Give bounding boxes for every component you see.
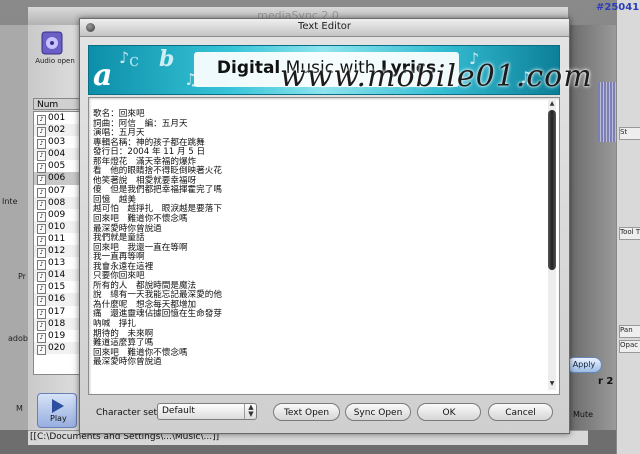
character-set-label: Character set xyxy=(96,408,158,418)
track-list-item[interactable]: ♪ 001 xyxy=(34,112,82,125)
dialog-title-bar[interactable]: Text Editor xyxy=(80,19,569,37)
text-open-button[interactable]: Text Open xyxy=(273,403,340,421)
track-number: 016 xyxy=(48,294,66,305)
lyrics-text-area[interactable]: 歌名：回來吧 詞曲：阿信 編：五月天 演唱：五月天 專輯名稱：神的孩子都在跳舞 發行日：… xyxy=(88,97,560,395)
track-list-item[interactable]: ♪ 003 xyxy=(34,136,82,150)
music-file-icon: ♪ xyxy=(37,296,46,307)
corner-tag: #25041 xyxy=(596,2,640,13)
track-list-item[interactable]: ♪ 017 xyxy=(34,306,82,319)
lyrics-line: 最深愛時你曾說過 xyxy=(93,223,162,234)
right-panel-button-pan[interactable]: Pan xyxy=(619,325,640,338)
lyrics-text[interactable]: 歌名：回來吧 詞曲：阿信 編：五月天 演唱：五月天 專輯名稱：神的孩子都在跳舞 發行日：… xyxy=(93,109,543,368)
track-number: 006 xyxy=(48,173,66,184)
right-panel-button-tool[interactable]: Tool T xyxy=(619,227,640,240)
audio-open-icon xyxy=(41,31,63,55)
track-list-item[interactable]: ♪ 015 xyxy=(34,281,82,295)
track-list-item[interactable]: ♪ 005 xyxy=(34,160,82,174)
left-label-3: adob xyxy=(8,334,28,343)
left-label-4: M xyxy=(16,404,23,413)
banner-title-digital: Digital xyxy=(216,58,281,78)
music-file-icon: ♪ xyxy=(37,175,46,186)
track-number-column-header[interactable]: Num xyxy=(33,98,81,110)
watermark: www.mobile01.com xyxy=(280,59,593,94)
track-list-item[interactable]: ♪ 008 xyxy=(34,196,82,210)
track-number: 014 xyxy=(48,270,66,281)
right-panel-button-st[interactable]: St xyxy=(619,127,640,140)
track-number: 005 xyxy=(48,161,66,172)
lyrics-line: 吶喊 掙扎 xyxy=(93,319,136,330)
audio-open-label: Audio open xyxy=(35,57,75,65)
track-number: 003 xyxy=(48,137,66,148)
track-number: 004 xyxy=(48,149,66,160)
track-number: 001 xyxy=(48,113,66,123)
lyrics-line: 痛 還進靈魂佔據回憶在生命發芽 xyxy=(93,309,222,320)
banner-letter-c: c xyxy=(129,50,140,71)
banner-letter-a: a xyxy=(93,58,113,93)
cancel-button[interactable]: Cancel xyxy=(488,403,553,421)
apply-button[interactable]: Apply xyxy=(566,357,602,373)
scroll-down-icon[interactable]: ▼ xyxy=(548,380,556,388)
left-label-2: Pr xyxy=(18,272,26,281)
track-number: 013 xyxy=(48,258,66,269)
track-number: 017 xyxy=(48,306,66,317)
lyrics-line: 回來吧 我還一直在等啊 xyxy=(93,242,188,253)
track-number: 008 xyxy=(48,197,66,208)
chevron-updown-icon: ▲ ▼ xyxy=(244,404,257,419)
music-note-icon: ♪ xyxy=(119,48,130,67)
lyrics-line: 期待的 未來啊 xyxy=(93,328,154,339)
scrollbar-thumb[interactable] xyxy=(548,110,556,270)
sync-open-button[interactable]: Sync Open xyxy=(345,403,411,421)
play-icon xyxy=(52,399,64,413)
track-list-item[interactable]: ♪ 004 xyxy=(34,148,82,162)
track-list-item[interactable]: ♪ 012 xyxy=(34,245,82,259)
text-editor-dialog: Text Editor ♪ ♫ ♪ ♫ c b a Digital Music … xyxy=(79,18,592,434)
play-label: Play xyxy=(50,414,67,423)
track-number: 018 xyxy=(48,318,66,329)
track-list-item[interactable]: ♪ 009 xyxy=(34,209,82,222)
track-list-item[interactable]: ♪ 011 xyxy=(34,233,82,246)
track-list-item[interactable]: ♪ 002 xyxy=(34,124,82,138)
track-number: 011 xyxy=(48,233,66,244)
track-number: 012 xyxy=(48,246,66,257)
lyrics-line: 我一直再等啊 xyxy=(93,252,145,263)
right-panel-button-opac[interactable]: Opac xyxy=(619,340,640,353)
track-number: 002 xyxy=(48,125,66,136)
lyrics-line: 詞曲：阿信 編：五月天 xyxy=(93,118,188,129)
banner-letter-b: b xyxy=(159,46,175,72)
track-list-item[interactable]: ♪ 013 xyxy=(34,257,82,271)
track-list-item[interactable]: ♪ 007 xyxy=(34,185,82,198)
background-left-strip xyxy=(0,25,28,430)
lyrics-line: 最深愛時你曾說過 xyxy=(93,357,162,368)
track-number: 009 xyxy=(48,209,66,220)
track-list-item[interactable]: ♪ 016 xyxy=(34,293,82,307)
track-number: 010 xyxy=(48,221,66,232)
lyrics-line: 傻 但是我們都把幸福揮霍完了嗎 xyxy=(93,185,222,196)
left-label-1: Inte xyxy=(2,197,18,206)
track-list-item[interactable]: ♪ 014 xyxy=(34,269,82,283)
lyrics-line: 我會永遠在這裡 xyxy=(93,261,154,272)
music-file-icon: ♪ xyxy=(37,344,46,355)
mute-label[interactable]: Mute xyxy=(573,410,593,419)
track-list-item[interactable]: ♪ 018 xyxy=(34,317,82,331)
level-meters xyxy=(598,82,616,142)
r2-label: r 2 xyxy=(598,376,614,387)
ok-button[interactable]: OK xyxy=(417,403,481,421)
character-set-value: Default xyxy=(162,406,195,416)
scroll-up-icon[interactable]: ▲ xyxy=(548,100,556,108)
track-number: 019 xyxy=(48,330,66,341)
dialog-title: Text Editor xyxy=(298,21,351,32)
character-set-select[interactable]: Default ▲ ▼ xyxy=(157,403,257,420)
track-number: 007 xyxy=(48,185,66,196)
track-number: 020 xyxy=(48,342,66,353)
track-list[interactable]: ♪ 001 ♪ 002 ♪ 003 ♪ 004 ♪ 005 ♪ 006 ♪ 007 ♪ 008 ♪ 009 ♪ 010… xyxy=(33,111,83,375)
track-number: 015 xyxy=(48,282,66,293)
track-list-item[interactable]: ♪ 020 xyxy=(34,341,82,355)
background-far-right-panel: St Tool T Pan Opac xyxy=(616,0,640,454)
track-list-item[interactable]: ♪ 019 xyxy=(34,330,82,343)
track-list-item[interactable]: ♪ 010 xyxy=(34,220,82,234)
track-list-item[interactable]: ♪ 006 xyxy=(34,172,82,186)
